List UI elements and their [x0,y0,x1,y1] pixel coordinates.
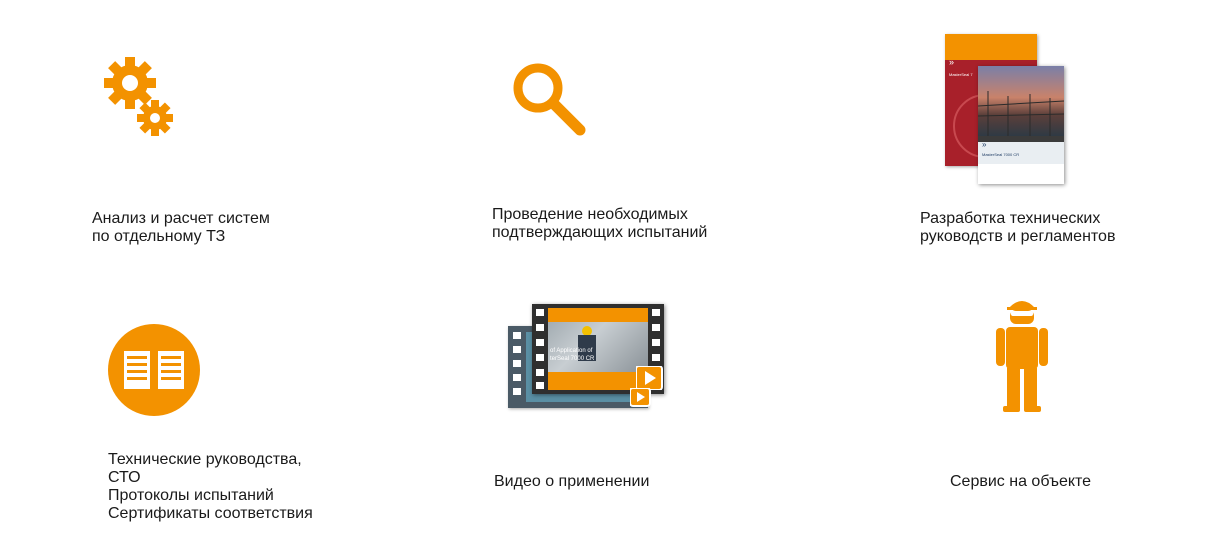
caption-docs: Технические руководства, СТО Протоколы и… [108,451,313,522]
caption-analysis: Анализ и расчет систем по отдельному ТЗ [92,210,270,245]
caption-testing: Проведение необходимых подтверждающих ис… [492,206,708,241]
gears-icon [104,57,173,136]
caption-guides: Разработка технических руководств и регл… [920,210,1116,245]
caption-video: Видео о применении [494,473,650,490]
brochure-front: » MasterSeal 7000 CR [978,66,1064,184]
magnifier-icon [513,63,586,136]
book-icon [108,324,200,416]
brochure-image: » MasterSeal 7 » MasterSeal 7000 CR [945,34,1070,184]
video-film-icon: of Application of terSeal 7000 CR [508,304,664,410]
play-icon-secondary [630,388,651,407]
caption-onsite: Сервис на объекте [950,473,1092,490]
worker-icon [996,301,1048,412]
play-icon [636,366,663,390]
